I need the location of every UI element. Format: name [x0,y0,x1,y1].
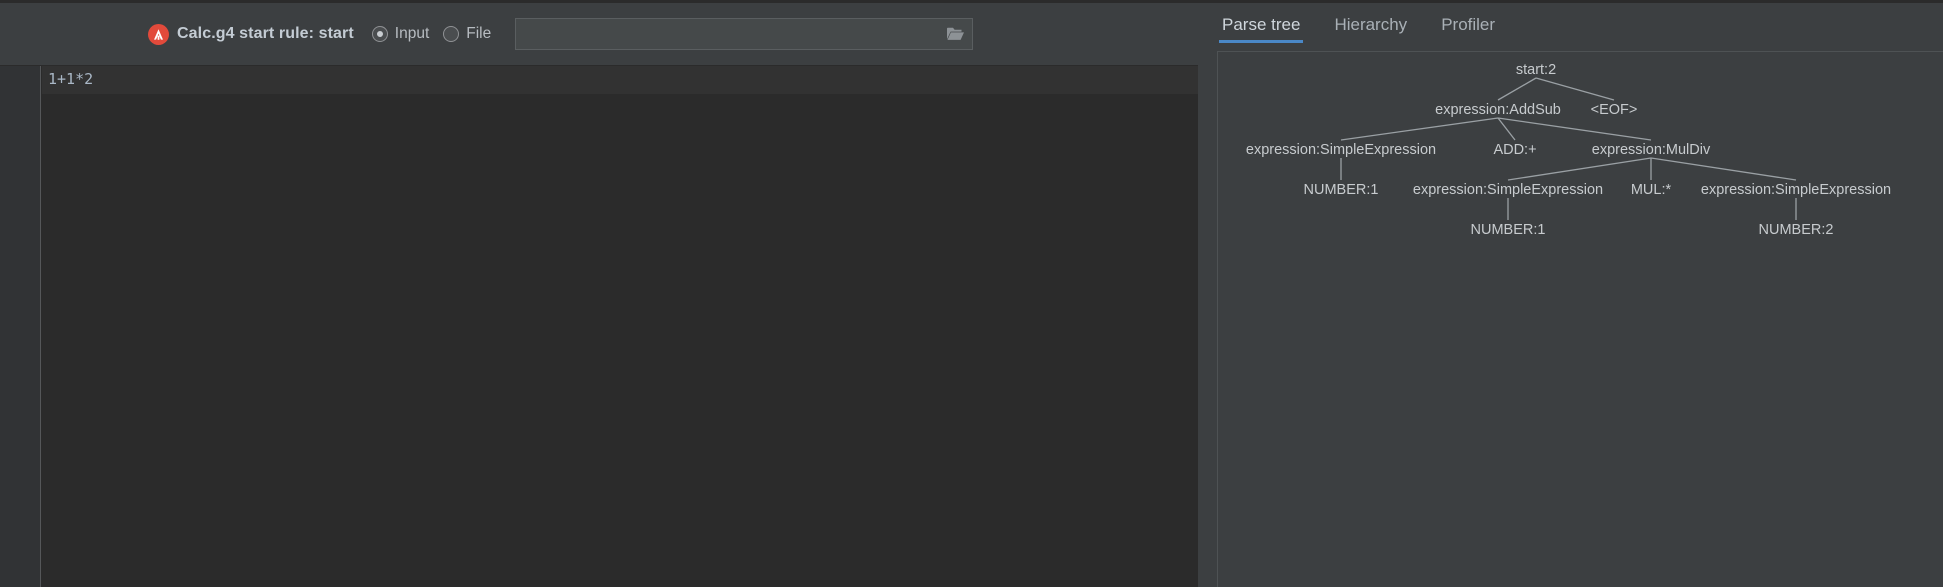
parse-tree-edge [1497,77,1537,101]
file-path-field[interactable] [515,18,974,50]
parse-tree-node[interactable]: expression:SimpleExpression [1413,182,1603,198]
input-source-radio-group: Input File [371,25,505,43]
grammar-toolbar: Calc.g4 start rule: start Input File [0,3,1198,66]
parse-tree-edge [1340,117,1499,141]
tab-parse-tree[interactable]: Parse tree [1205,3,1317,47]
parse-tree-node[interactable]: NUMBER:2 [1759,222,1834,238]
antlr-preview-window: Calc.g4 start rule: start Input File 1+1… [0,0,1943,587]
input-text-editor[interactable]: 1+1*2 [0,66,1198,587]
parse-tree-node[interactable]: <EOF> [1591,102,1638,118]
parse-tree-edges [1340,77,1797,220]
parse-tree-node[interactable]: MUL:* [1631,182,1671,198]
output-pane: Parse tree Hierarchy Profiler start:2 exp… [1205,3,1943,587]
grammar-start-rule-label: Calc.g4 start rule: start [177,25,354,42]
file-path-input[interactable] [516,19,939,49]
editor-gutter [0,66,41,587]
parse-tree-edge [1497,117,1516,141]
parse-tree-edge [1535,77,1615,101]
radio-file[interactable]: File [443,25,491,43]
tab-hierarchy-label: Hierarchy [1334,15,1408,34]
pane-splitter[interactable] [1198,3,1205,587]
editor-code-line-1[interactable]: 1+1*2 [48,70,93,88]
parse-tree-node[interactable]: expression:SimpleExpression [1701,182,1891,198]
parse-tree-node[interactable]: expression:AddSub [1435,102,1561,118]
tab-profiler-label: Profiler [1441,15,1496,34]
tab-parse-tree-label: Parse tree [1222,15,1301,34]
parse-tree-node[interactable]: start:2 [1516,62,1556,78]
parse-tree-edge [1650,157,1797,181]
output-tabbar: Parse tree Hierarchy Profiler [1205,3,1943,47]
parse-tree-node[interactable]: expression:SimpleExpression [1246,142,1436,158]
radio-file-dot[interactable] [443,26,460,42]
radio-input[interactable]: Input [371,25,430,43]
tab-profiler[interactable]: Profiler [1424,3,1512,47]
antlr-logo-icon [148,23,169,45]
parse-tree-edge [1497,117,1652,141]
parse-tree-node[interactable]: NUMBER:1 [1304,182,1379,198]
radio-input-dot[interactable] [371,26,388,42]
folder-icon[interactable] [938,19,972,49]
input-pane: Calc.g4 start rule: start Input File 1+1… [0,3,1198,587]
editor-code-area[interactable]: 1+1*2 [42,66,1198,587]
parse-tree-node[interactable]: ADD:+ [1493,142,1536,158]
tab-hierarchy[interactable]: Hierarchy [1317,3,1424,47]
parse-tree-node[interactable]: NUMBER:1 [1471,222,1546,238]
radio-input-label: Input [394,25,430,42]
parse-tree-canvas[interactable]: start:2 expression:AddSub <EOF> expression:… [1217,51,1943,587]
radio-file-label: File [466,25,492,42]
editor-current-line-highlight [42,66,1198,94]
parse-tree-node[interactable]: expression:MulDiv [1592,142,1710,158]
parse-tree-edge [1507,157,1652,181]
